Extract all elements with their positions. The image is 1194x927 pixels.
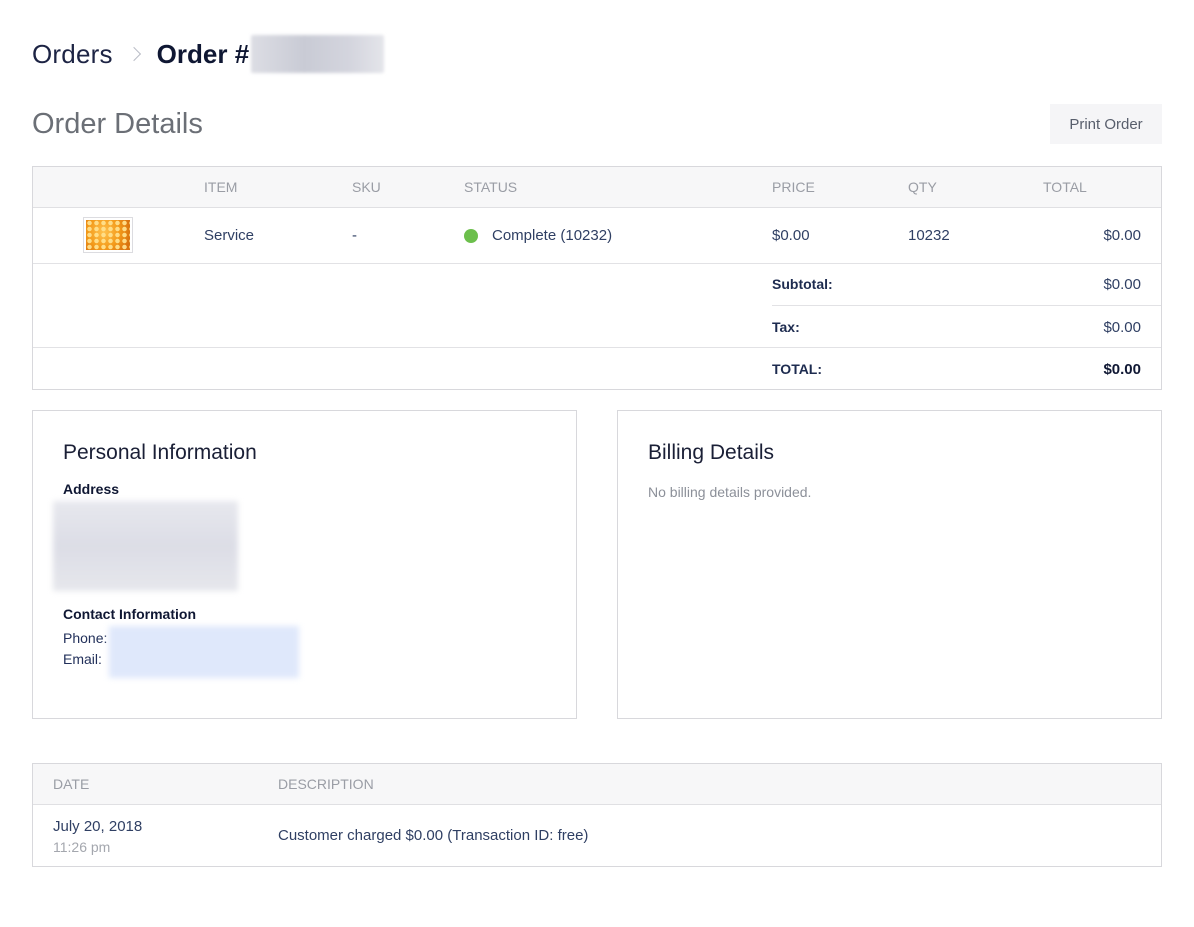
item-sku: -: [352, 227, 357, 244]
redacted-contact-details: [109, 626, 299, 678]
personal-information-title: Personal Information: [63, 441, 257, 464]
column-header-total: TOTAL: [1043, 179, 1087, 195]
item-total: $0.00: [1103, 227, 1141, 244]
transaction-time: 11:26 pm: [53, 839, 111, 855]
item-name-link[interactable]: Service: [204, 227, 254, 244]
total-row: TOTAL: $0.00: [772, 348, 1161, 390]
tax-value: $0.00: [1103, 319, 1141, 336]
contact-information-label: Contact Information: [63, 606, 196, 622]
column-header-price: PRICE: [772, 179, 815, 195]
breadcrumb: Orders Order #: [32, 34, 385, 74]
order-items-table: ITEM SKU STATUS PRICE QTY TOTAL Service …: [32, 166, 1162, 390]
honeycomb-image: [86, 220, 130, 250]
transactions-table: DATE DESCRIPTION July 20, 2018 11:26 pm …: [32, 763, 1162, 867]
print-order-button[interactable]: Print Order: [1050, 104, 1162, 144]
transaction-date: July 20, 2018: [53, 818, 143, 835]
billing-details-panel: Billing Details No billing details provi…: [617, 410, 1162, 719]
address-label: Address: [63, 481, 120, 497]
total-label: TOTAL:: [772, 361, 823, 377]
column-header-sku: SKU: [352, 179, 381, 195]
subtotal-row: Subtotal: $0.00: [772, 263, 1161, 306]
table-header: ITEM SKU STATUS PRICE QTY TOTAL: [33, 167, 1161, 208]
table-row: Service - Complete (10232) $0.00 10232 $…: [33, 208, 1161, 264]
subtotal-value: $0.00: [1103, 276, 1141, 293]
item-status: Complete (10232): [492, 227, 613, 244]
transaction-description: Customer charged $0.00 (Transaction ID: …: [278, 827, 589, 844]
tax-label: Tax:: [772, 319, 800, 335]
chevron-right-icon: [126, 46, 141, 62]
column-header-qty: QTY: [908, 179, 937, 195]
item-price: $0.00: [772, 227, 810, 244]
item-qty: 10232: [908, 227, 950, 244]
subtotal-label: Subtotal:: [772, 276, 833, 292]
column-header-date: DATE: [53, 776, 90, 792]
breadcrumb-current-order: Order #: [156, 38, 250, 69]
billing-details-title: Billing Details: [648, 441, 775, 464]
email-label: Email:: [63, 651, 102, 667]
total-value: $0.00: [1103, 361, 1141, 378]
column-header-description: DESCRIPTION: [278, 776, 374, 792]
redacted-order-number: [251, 35, 385, 73]
personal-information-panel: Personal Information Address Contact Inf…: [32, 410, 577, 719]
billing-empty-message: No billing details provided.: [648, 484, 812, 500]
breadcrumb-orders-link[interactable]: Orders: [32, 39, 113, 70]
column-header-status: STATUS: [464, 179, 518, 195]
column-header-item: ITEM: [204, 179, 238, 195]
phone-label: Phone:: [63, 630, 108, 646]
product-thumbnail[interactable]: [83, 217, 133, 253]
page-title: Order Details: [32, 108, 203, 140]
status-dot-icon: [464, 229, 478, 243]
redacted-address: [53, 501, 238, 591]
table-header: DATE DESCRIPTION: [33, 764, 1161, 805]
tax-row: Tax: $0.00: [772, 306, 1161, 348]
